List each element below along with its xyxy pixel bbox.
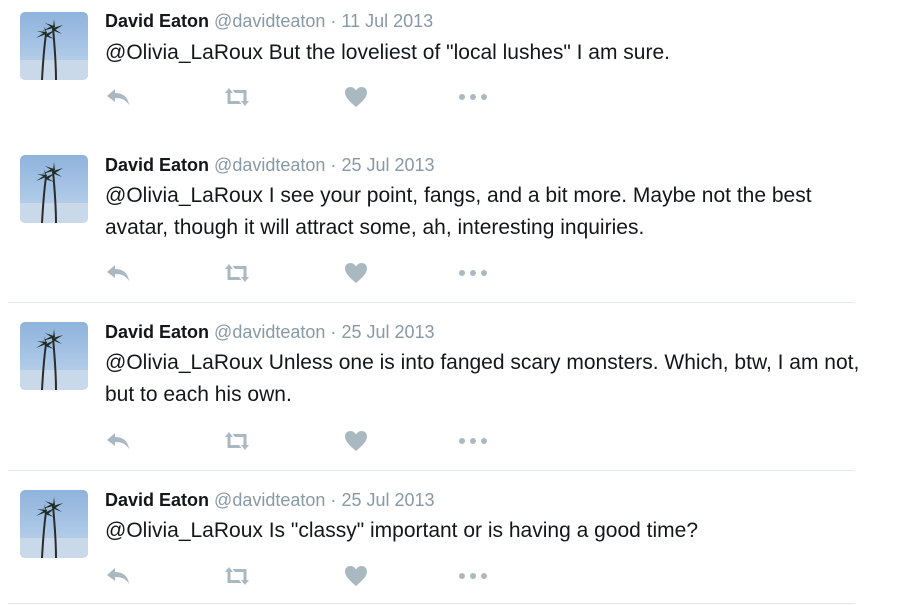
tweet-date[interactable]: 11 Jul 2013 xyxy=(341,11,433,31)
author-handle[interactable]: @davidteaton xyxy=(214,490,325,510)
retweet-button[interactable] xyxy=(222,84,252,110)
more-button[interactable] xyxy=(458,563,488,589)
author-name[interactable]: David Eaton xyxy=(105,155,209,175)
separator-dot: · xyxy=(330,11,337,31)
more-icon xyxy=(459,438,487,444)
palm-trees-icon xyxy=(20,19,88,80)
tweet-header: David Eaton @davidteaton · 25 Jul 2013 xyxy=(105,489,435,511)
tweet-header: David Eaton @davidteaton · 25 Jul 2013 xyxy=(105,321,435,343)
like-button[interactable] xyxy=(344,563,368,589)
tweet-header: David Eaton @davidteaton · 11 Jul 2013 xyxy=(105,10,433,32)
reply-icon xyxy=(107,89,129,105)
tweet-text: @Olivia_LaRoux Unless one is into fanged… xyxy=(105,351,860,406)
tweet-text: @Olivia_LaRoux But the loveliest of "loc… xyxy=(105,41,670,64)
more-button[interactable] xyxy=(458,428,488,454)
like-button[interactable] xyxy=(344,260,368,286)
more-icon xyxy=(459,94,487,100)
retweet-icon xyxy=(225,432,249,450)
retweet-icon xyxy=(225,264,249,282)
tweet-divider xyxy=(8,603,855,604)
more-button[interactable] xyxy=(458,260,488,286)
reply-icon xyxy=(107,568,129,584)
like-button[interactable] xyxy=(344,84,368,110)
more-icon xyxy=(459,573,487,579)
separator-dot: · xyxy=(330,490,337,510)
heart-icon xyxy=(345,87,367,107)
separator-dot: · xyxy=(330,322,337,342)
retweet-icon xyxy=(225,88,249,106)
tweet-timeline: David Eaton @davidteaton · 11 Jul 2013 @… xyxy=(0,0,900,605)
heart-icon xyxy=(345,263,367,283)
retweet-icon xyxy=(225,567,249,585)
palm-trees-icon xyxy=(20,162,88,223)
tweet-date[interactable]: 25 Jul 2013 xyxy=(341,490,434,510)
tweet-text: @Olivia_LaRoux Is "classy" important or … xyxy=(105,519,698,542)
palm-trees-icon xyxy=(20,329,88,390)
like-button[interactable] xyxy=(344,428,368,454)
avatar[interactable] xyxy=(20,322,88,390)
reply-button[interactable] xyxy=(105,428,131,454)
tweet-divider xyxy=(8,302,855,303)
tweet-date[interactable]: 25 Jul 2013 xyxy=(341,322,434,342)
retweet-button[interactable] xyxy=(222,428,252,454)
heart-icon xyxy=(345,431,367,451)
palm-trees-icon xyxy=(20,497,88,558)
author-name[interactable]: David Eaton xyxy=(105,322,209,342)
retweet-button[interactable] xyxy=(222,260,252,286)
tweet-text: @Olivia_LaRoux I see your point, fangs, … xyxy=(105,184,812,239)
reply-icon xyxy=(107,265,129,281)
reply-icon xyxy=(107,433,129,449)
tweet-date[interactable]: 25 Jul 2013 xyxy=(341,155,434,175)
author-name[interactable]: David Eaton xyxy=(105,11,209,31)
author-handle[interactable]: @davidteaton xyxy=(214,322,325,342)
avatar[interactable] xyxy=(20,155,88,223)
tweet-header: David Eaton @davidteaton · 25 Jul 2013 xyxy=(105,154,435,176)
more-icon xyxy=(459,270,487,276)
tweet-divider xyxy=(8,470,855,471)
avatar[interactable] xyxy=(20,490,88,558)
retweet-button[interactable] xyxy=(222,563,252,589)
more-button[interactable] xyxy=(458,84,488,110)
avatar[interactable] xyxy=(20,12,88,80)
reply-button[interactable] xyxy=(105,563,131,589)
author-handle[interactable]: @davidteaton xyxy=(214,11,325,31)
author-name[interactable]: David Eaton xyxy=(105,490,209,510)
reply-button[interactable] xyxy=(105,260,131,286)
author-handle[interactable]: @davidteaton xyxy=(214,155,325,175)
separator-dot: · xyxy=(330,155,337,175)
reply-button[interactable] xyxy=(105,84,131,110)
heart-icon xyxy=(345,566,367,586)
